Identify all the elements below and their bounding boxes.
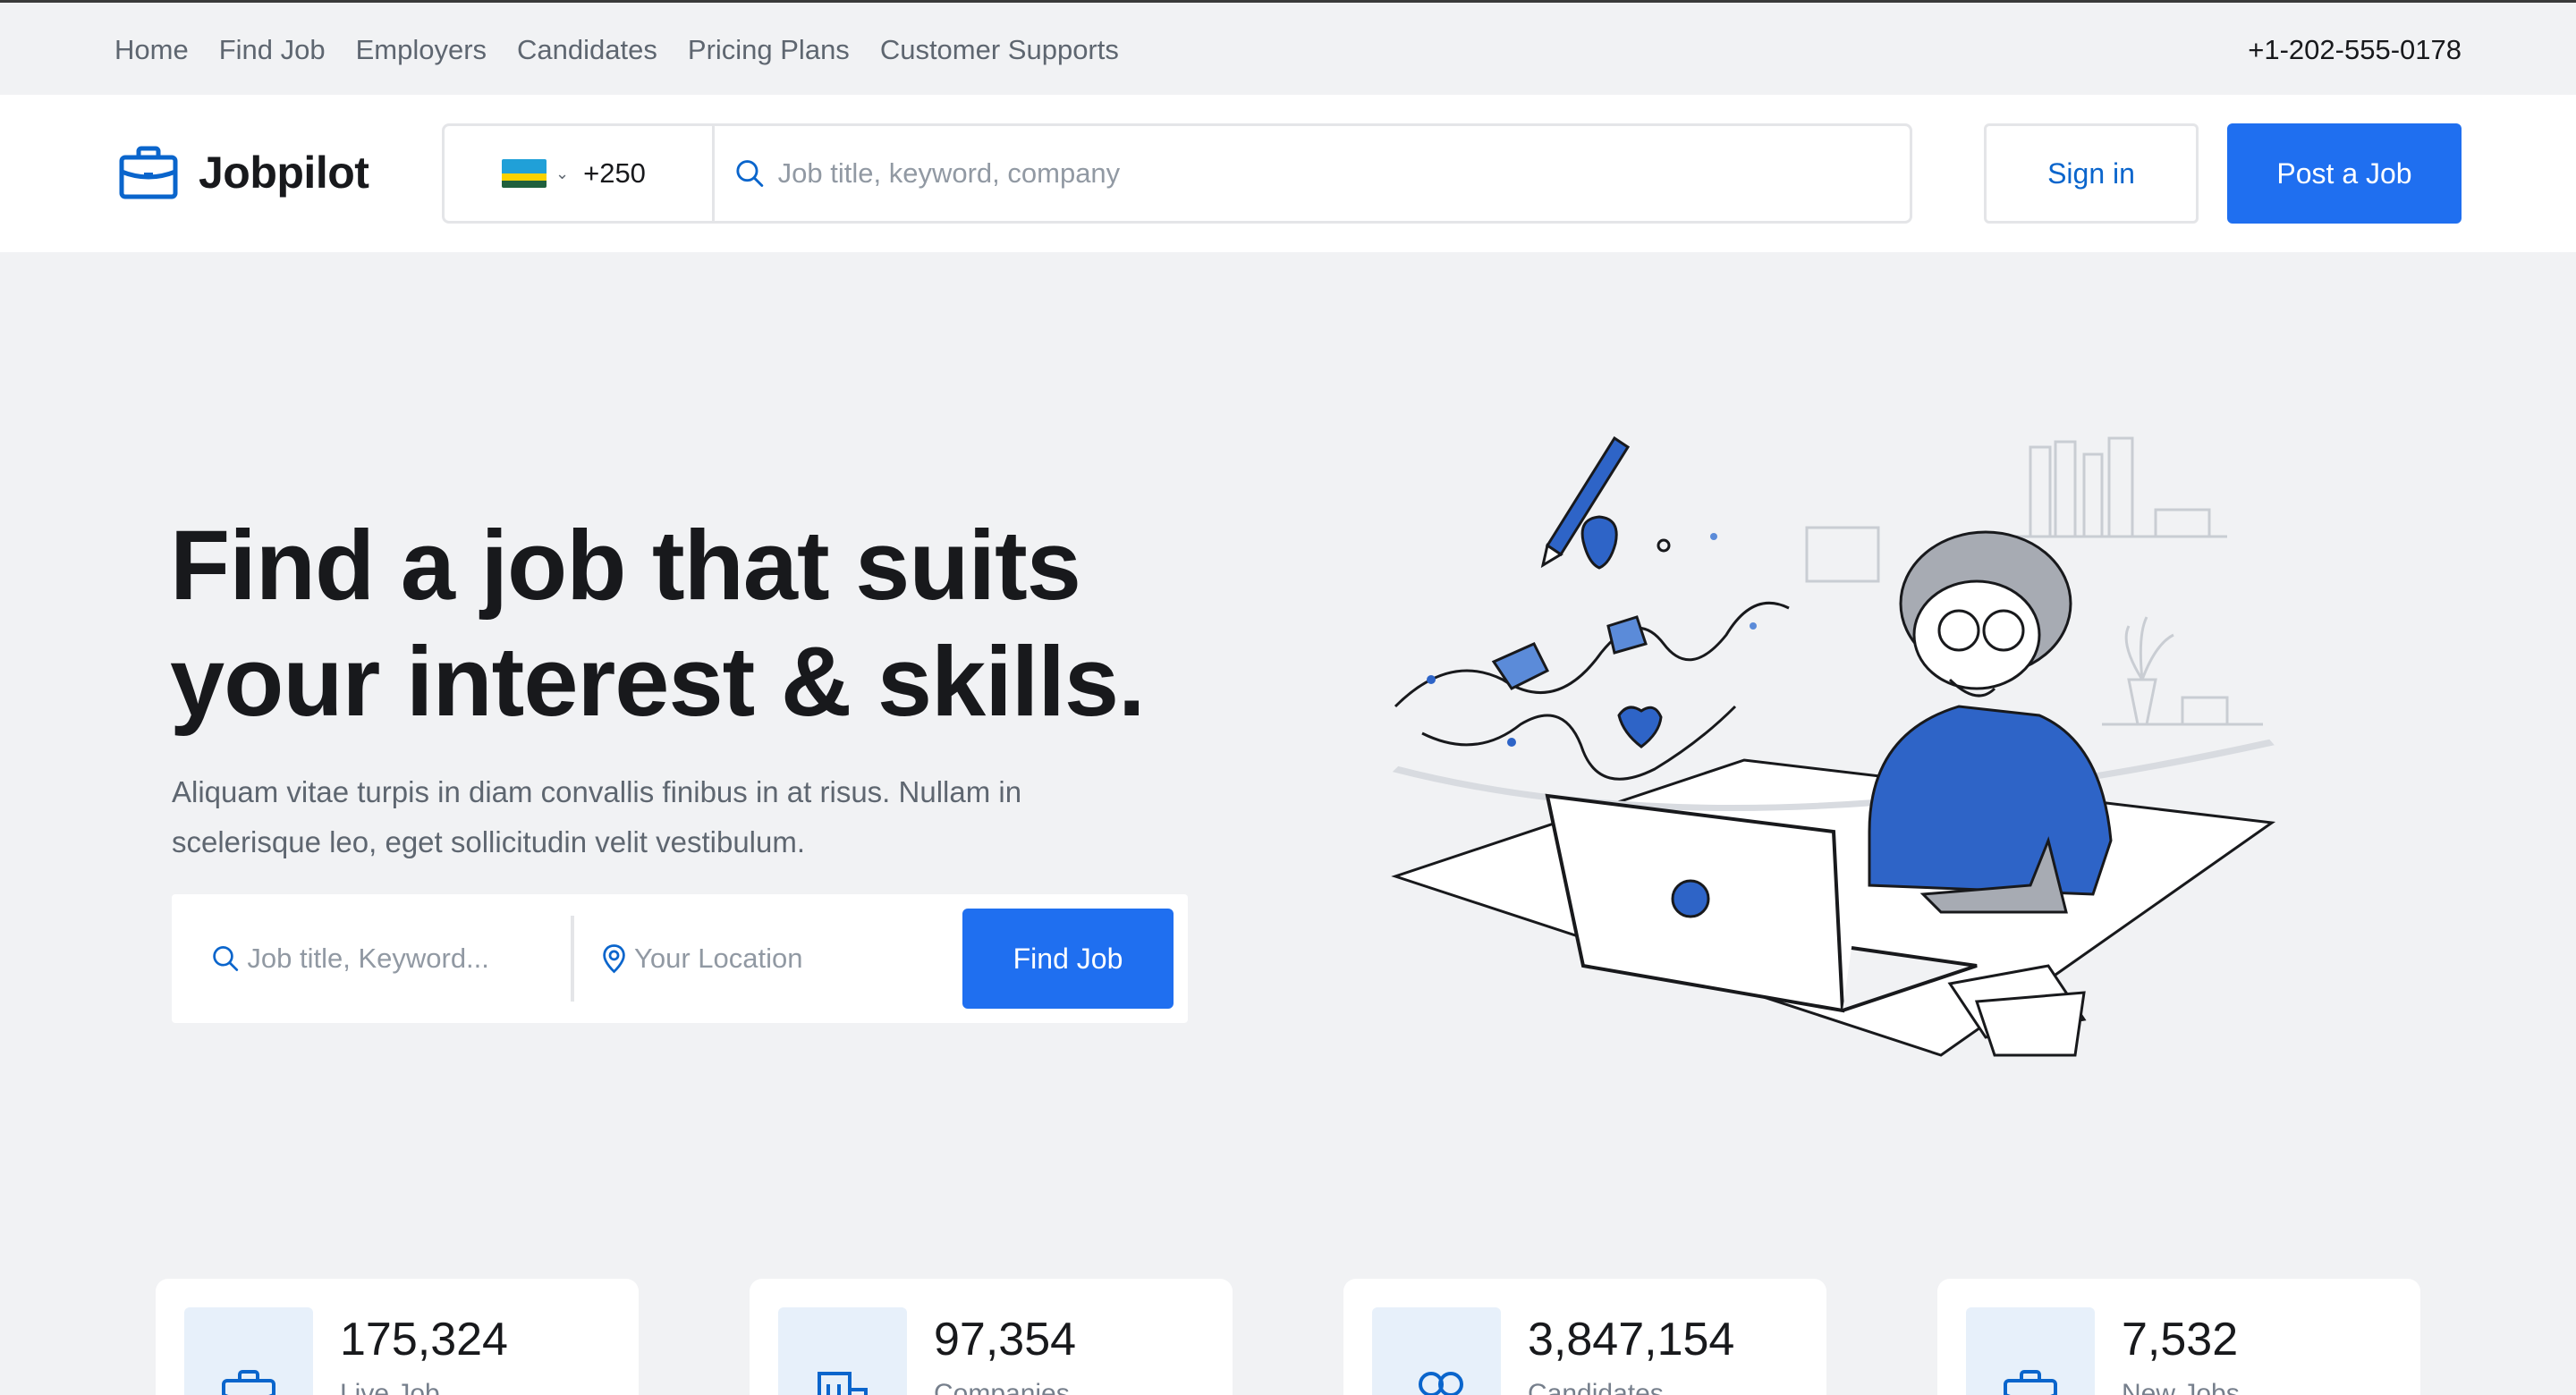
stat-label: Candidates xyxy=(1528,1379,1664,1395)
post-job-button[interactable]: Post a Job xyxy=(2227,123,2462,224)
rwanda-flag-icon xyxy=(502,159,547,188)
location-input[interactable] xyxy=(634,943,959,975)
stat-value: 175,324 xyxy=(340,1314,508,1365)
stat-value: 97,354 xyxy=(934,1314,1077,1365)
nav-link-employers[interactable]: Employers xyxy=(356,34,487,66)
main-header: Jobpilot ⌄ +250 Sign in Post a Job xyxy=(0,95,2576,252)
nav-link-pricing-plans[interactable]: Pricing Plans xyxy=(688,34,850,66)
nav-link-candidates[interactable]: Candidates xyxy=(517,34,657,66)
nav-link-home[interactable]: Home xyxy=(114,34,189,66)
stat-card-candidates: 3,847,154 Candidates xyxy=(1343,1279,1826,1395)
location-field xyxy=(574,916,959,1002)
briefcase-icon xyxy=(119,146,178,199)
find-job-button[interactable]: Find Job xyxy=(962,909,1174,1009)
hero-description-line-2: scelerisque leo, eget sollicitudin velit… xyxy=(172,825,806,858)
map-pin-icon xyxy=(603,944,625,974)
header-search-field xyxy=(715,157,1910,190)
logo[interactable]: Jobpilot xyxy=(118,145,369,200)
stat-icon-box xyxy=(184,1307,313,1395)
stat-label: Live Job xyxy=(340,1379,440,1395)
hero-title-line-1: Find a job that suits xyxy=(170,511,1081,621)
header-search-input[interactable] xyxy=(777,157,1910,190)
stat-value: 7,532 xyxy=(2122,1314,2239,1365)
briefcase-icon xyxy=(222,1370,275,1395)
stat-card-live-jobs: 175,324 Live Job xyxy=(156,1279,639,1395)
hero-title: Find a job that suits your interest & sk… xyxy=(170,508,1243,740)
search-icon xyxy=(213,946,239,971)
hero-description-line-1: Aliquam vitae turpis in diam convallis f… xyxy=(172,775,1022,808)
briefcase-icon xyxy=(2004,1370,2057,1395)
keyword-field xyxy=(172,916,574,1002)
users-icon xyxy=(1419,1372,1463,1395)
top-navigation: Home Find Job Employers Candidates Prici… xyxy=(0,0,2576,95)
buildings-icon xyxy=(818,1372,868,1395)
logo-text: Jobpilot xyxy=(199,148,369,198)
hero-illustration xyxy=(1391,435,2276,1057)
country-code: +250 xyxy=(583,157,646,189)
hero-title-line-2: your interest & skills. xyxy=(170,627,1146,737)
stat-icon-box xyxy=(1966,1307,2095,1395)
stat-card-companies: 97,354 Companies xyxy=(750,1279,1233,1395)
stat-card-new-jobs: 7,532 New Jobs xyxy=(1937,1279,2420,1395)
nav-link-customer-supports[interactable]: Customer Supports xyxy=(880,34,1119,66)
stat-icon-box xyxy=(778,1307,907,1395)
chevron-down-icon: ⌄ xyxy=(555,164,570,182)
stat-value: 3,847,154 xyxy=(1528,1314,1735,1365)
hero-search-bar: Find Job xyxy=(172,894,1188,1023)
top-nav-links: Home Find Job Employers Candidates Prici… xyxy=(114,3,1119,97)
search-icon xyxy=(736,160,764,187)
header-search: ⌄ +250 xyxy=(442,123,1912,224)
support-phone: +1-202-555-0178 xyxy=(2248,34,2462,65)
stat-label: New Jobs xyxy=(2122,1379,2240,1395)
keyword-input[interactable] xyxy=(247,943,571,975)
stat-icon-box xyxy=(1372,1307,1501,1395)
nav-link-find-job[interactable]: Find Job xyxy=(219,34,326,66)
stat-label: Companies xyxy=(934,1379,1070,1395)
sign-in-button[interactable]: Sign in xyxy=(1984,123,2199,224)
country-select[interactable]: ⌄ +250 xyxy=(445,126,715,221)
hero-description: Aliquam vitae turpis in diam convallis f… xyxy=(172,767,1120,867)
